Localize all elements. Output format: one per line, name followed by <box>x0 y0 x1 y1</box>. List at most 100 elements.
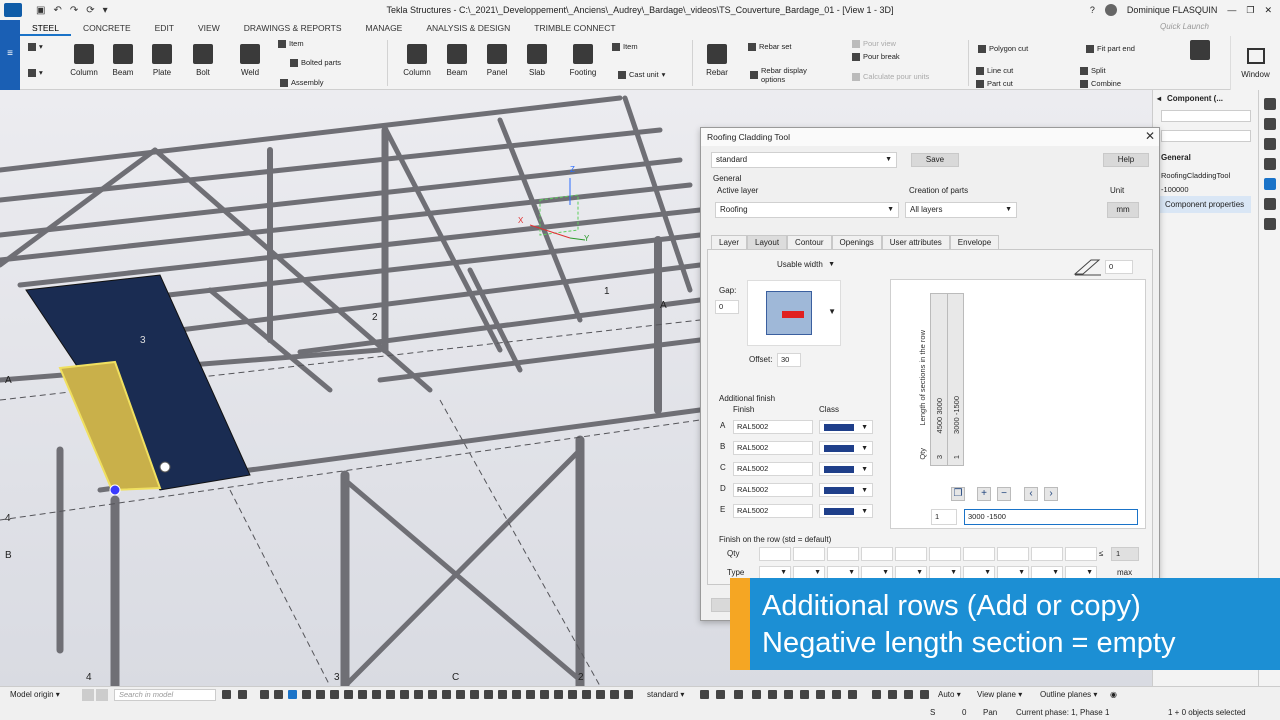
search-input[interactable] <box>1161 130 1251 142</box>
move-right-icon[interactable]: › <box>1044 487 1058 501</box>
tab-steel[interactable]: STEEL <box>20 20 71 36</box>
snap-icon[interactable] <box>752 690 761 699</box>
gap-input[interactable]: 0 <box>715 300 739 314</box>
slab-button[interactable]: Slab <box>517 44 557 77</box>
window-button[interactable]: Window <box>1230 36 1280 90</box>
help-icon[interactable]: ? <box>1090 5 1095 15</box>
finish-input[interactable]: RAL5002 <box>733 441 813 455</box>
component-properties-button[interactable]: Component properties <box>1159 196 1251 213</box>
settings-icon[interactable] <box>1263 178 1276 190</box>
active-layer-dropdown[interactable]: Roofing ▼ <box>715 202 899 218</box>
part-cut-button[interactable]: Part cut <box>976 79 1013 88</box>
creation-of-parts-dropdown[interactable]: All layers ▼ <box>905 202 1017 218</box>
snap-icon[interactable] <box>700 690 709 699</box>
file-menu-strip[interactable]: ≡ <box>0 20 20 90</box>
max-qty-value[interactable]: 1 <box>1111 547 1139 561</box>
globe-icon[interactable] <box>1263 138 1276 150</box>
slope-angle-input[interactable]: 0 <box>1105 260 1133 274</box>
selection-filter-dropdown[interactable]: standard ▾ <box>647 690 684 699</box>
snap-icon[interactable] <box>768 690 777 699</box>
fit-part-end-button[interactable]: Fit part end <box>1086 44 1135 53</box>
unit-value[interactable]: mm <box>1107 202 1139 218</box>
finish-input[interactable]: RAL5002 <box>733 483 813 497</box>
close-icon[interactable]: ✕ <box>1145 129 1155 143</box>
remove-row-icon[interactable]: − <box>997 487 1011 501</box>
select-tool-icon[interactable] <box>260 690 269 699</box>
help-cursor-tool[interactable]: ▾ <box>28 68 43 77</box>
auto-dropdown[interactable]: Auto ▾ <box>938 690 961 699</box>
redo-icon[interactable]: ↷ <box>70 5 78 16</box>
select-tool-icon[interactable] <box>358 690 367 699</box>
select-tool-icon[interactable] <box>540 690 549 699</box>
dropdown-icon[interactable]: ▾ <box>103 5 108 16</box>
steel-item-button[interactable]: Item <box>278 39 304 48</box>
select-tool-icon[interactable] <box>442 690 451 699</box>
qty-cell[interactable] <box>827 547 859 561</box>
tab-user-attributes[interactable]: User attributes <box>881 235 950 250</box>
concrete-column-button[interactable]: Column <box>397 44 437 77</box>
bolted-parts-button[interactable]: Bolted parts <box>290 58 341 67</box>
eye-icon[interactable]: ◉ <box>1110 690 1117 699</box>
snap-icon[interactable] <box>848 690 857 699</box>
zoom-icon[interactable] <box>238 690 247 699</box>
snap-icon[interactable] <box>800 690 809 699</box>
search-in-model-input[interactable]: Search in model <box>114 689 216 701</box>
row-2-lengths[interactable]: 3000 -1500 <box>952 396 961 434</box>
row-lengths-input[interactable]: 3000 -1500 <box>964 509 1138 525</box>
select-tool-icon[interactable] <box>512 690 521 699</box>
finish-input[interactable]: RAL5002 <box>733 504 813 518</box>
copy-row-icon[interactable]: ❐ <box>951 487 965 501</box>
select-tool-icon[interactable] <box>288 690 297 699</box>
polygon-cut-button[interactable]: Polygon cut <box>978 44 1028 53</box>
bolt-button[interactable]: Bolt <box>183 44 223 77</box>
undo-icon[interactable]: ↶ <box>53 5 61 16</box>
snap-icon[interactable] <box>716 690 725 699</box>
pour-break-button[interactable]: Pour break <box>852 52 900 61</box>
move-left-icon[interactable]: ‹ <box>1024 487 1038 501</box>
select-tool-icon[interactable] <box>610 690 619 699</box>
line-cut-button[interactable]: Line cut <box>976 66 1013 75</box>
qty-cell[interactable] <box>1031 547 1063 561</box>
help-icon[interactable] <box>1263 98 1276 110</box>
layout-preview-image[interactable]: ▼ <box>747 280 841 346</box>
tab-drawings-reports[interactable]: DRAWINGS & REPORTS <box>232 20 354 36</box>
tab-trimble-connect[interactable]: TRIMBLE CONNECT <box>522 20 627 36</box>
refresh-icon[interactable]: ⟳ <box>86 5 94 16</box>
cube-icon[interactable] <box>1263 198 1276 210</box>
avatar[interactable] <box>1104 4 1117 16</box>
offset-input[interactable]: 30 <box>777 353 801 367</box>
restore-icon[interactable]: ❐ <box>1246 5 1254 16</box>
qty-cell[interactable] <box>793 547 825 561</box>
snap-icon[interactable] <box>888 690 897 699</box>
handle-point[interactable] <box>159 461 171 473</box>
select-tool-icon[interactable] <box>344 690 353 699</box>
add-row-icon[interactable]: + <box>977 487 991 501</box>
qty-cell[interactable] <box>963 547 995 561</box>
copy-button[interactable] <box>1180 40 1220 64</box>
qty-cell[interactable] <box>997 547 1029 561</box>
weld-button[interactable]: Weld <box>230 44 270 77</box>
class-dropdown[interactable]: ▼ <box>819 462 873 476</box>
class-dropdown[interactable]: ▼ <box>819 483 873 497</box>
handle-point[interactable] <box>109 484 121 496</box>
select-tool-icon[interactable] <box>456 690 465 699</box>
tab-concrete[interactable]: CONCRETE <box>71 20 143 36</box>
snap-icon[interactable] <box>784 690 793 699</box>
rebar-button[interactable]: Rebar <box>697 44 737 77</box>
select-tool-icon[interactable] <box>386 690 395 699</box>
tab-envelope[interactable]: Envelope <box>949 235 1000 250</box>
filter-dropdown[interactable] <box>1161 110 1251 122</box>
class-dropdown[interactable]: ▼ <box>819 441 873 455</box>
search-icon[interactable] <box>222 690 231 699</box>
select-tool-icon[interactable] <box>526 690 535 699</box>
select-arrow-tool[interactable]: ▾ <box>28 42 43 51</box>
steel-beam-button[interactable]: Beam <box>103 44 143 77</box>
layers-icon[interactable] <box>1263 218 1276 230</box>
steel-plate-button[interactable]: Plate <box>142 44 182 77</box>
tab-analysis-design[interactable]: ANALYSIS & DESIGN <box>414 20 522 36</box>
split-button[interactable]: Split <box>1080 66 1106 75</box>
footing-button[interactable]: Footing <box>563 44 603 77</box>
qty-cell[interactable] <box>895 547 927 561</box>
qty-cell[interactable] <box>1065 547 1097 561</box>
concrete-beam-button[interactable]: Beam <box>437 44 477 77</box>
